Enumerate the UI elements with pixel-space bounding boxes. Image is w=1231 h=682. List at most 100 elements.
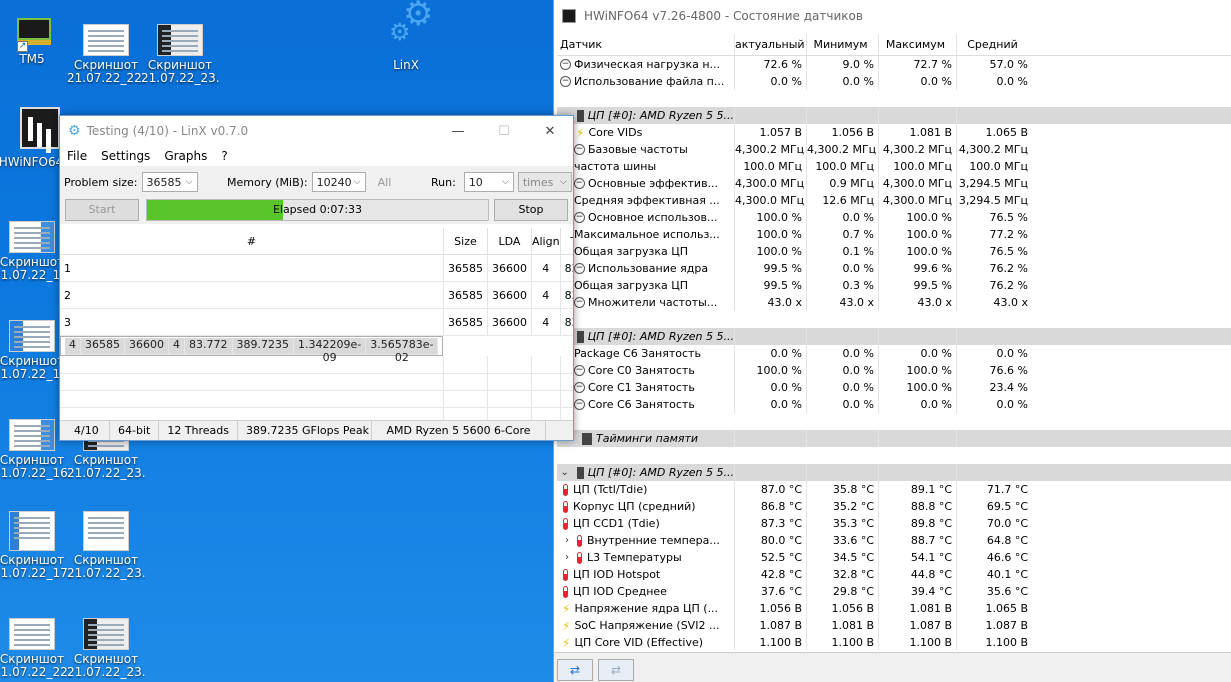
sensor-row[interactable]: −Средняя эффективная ...4,300.0 МГц12.6 … [557, 192, 1231, 209]
start-button[interactable]: Start [65, 199, 139, 221]
menu-settings[interactable]: Settings [94, 149, 157, 163]
sensor-row[interactable]: −Общая загрузка ЦП100.0 %0.1 %100.0 %76.… [557, 243, 1231, 260]
value-current: 99.5 % [734, 277, 806, 294]
empty-cell [487, 373, 532, 391]
desktop-icon-screenshot[interactable]: Скриншот 21.07.22_22... [0, 618, 71, 679]
sensor-row[interactable]: ⚡ ЦП Core VID (Effective) 1.100 В 1.100 В 1.… [557, 634, 1231, 650]
sensor-row[interactable]: › L3 Температуры 52.5 °C 34.5 °C 54.1 °C 46.6… [557, 549, 1231, 566]
sensor-row[interactable]: ЦП CCD1 (Tdie) 87.3 °C 35.3 °C 89.8 °C 70.0 … [557, 515, 1231, 532]
value-current: 1.087 В [734, 617, 806, 634]
empty-cell [531, 373, 561, 391]
sensor-row[interactable]: ›−Использование ядра99.5 %0.0 %99.6 %76.… [557, 260, 1231, 277]
column-header[interactable]: Size [443, 228, 488, 255]
value-current: 1.056 В [734, 600, 806, 617]
sensor-group-header[interactable]: Тайминги памяти [557, 430, 1231, 447]
sensor-row[interactable]: − Физическая нагрузка н... 72.6 % 9.0 % 72.7… [557, 56, 1231, 73]
desktop-icon-screenshot[interactable]: Скриншот 21.07.22_23... [141, 24, 219, 85]
status-progress: 4/10 [60, 421, 110, 440]
sensor-row[interactable]: ›⚡Core VIDs1.057 В1.056 В1.081 В1.065 В [557, 124, 1231, 141]
value-current: 0.0 % [734, 73, 806, 90]
all-label[interactable]: All [378, 176, 392, 189]
sensor-row[interactable]: ЦП IOD Hotspot 42.8 °C 32.8 °C 44.8 °C 40.1 … [557, 566, 1231, 583]
minimize-icon[interactable]: — [435, 124, 481, 139]
column-header[interactable]: Align [531, 228, 561, 255]
linx-titlebar[interactable]: ⚙ Testing (4/10) - LinX v0.7.0 — ☐ ✕ [60, 116, 573, 146]
value-min: 0.0 % [806, 379, 878, 396]
sensor-row[interactable]: ›−Основные эффектив...4,300.0 МГц0.9 МГц… [557, 175, 1231, 192]
column-header-max[interactable]: Максимум [878, 34, 956, 55]
column-header-current[interactable]: актуальный [734, 34, 806, 55]
value-current: 0.0 % [734, 379, 806, 396]
sensor-row[interactable]: −Общая загрузка ЦП99.5 %0.3 %99.5 %76.2 … [557, 277, 1231, 294]
sensor-row[interactable]: › Внутренние темпера... 80.0 °C 33.6 °C 88.7… [557, 532, 1231, 549]
sensor-group-header[interactable]: ⌄ ЦП [#0]: AMD Ryzen 5 5... [557, 464, 1231, 481]
sensor-name: ЦП IOD Hotspot [573, 568, 661, 581]
sensor-row[interactable]: −Package C6 Занятость0.0 %0.0 %0.0 %0.0 … [557, 345, 1231, 362]
expand-arrows-icon[interactable]: ⇄ [557, 659, 593, 681]
column-header-avg[interactable]: Средний [956, 34, 1032, 55]
value-avg: 1.100 В [956, 634, 1032, 650]
column-header[interactable]: Time [560, 228, 573, 255]
sensor-table[interactable]: Датчик актуальный Минимум Максимум Средн… [557, 34, 1231, 650]
run-unit-select[interactable]: times ⌵ [517, 172, 572, 192]
results-table[interactable]: #SizeLDAAlignTimeGFlopsResidualResidual … [60, 228, 573, 421]
desktop-icon-tm5[interactable]: ↗ TM5 [0, 14, 71, 66]
problem-size-select[interactable]: 36585 ⌵ [141, 172, 198, 192]
desktop-icon-linx[interactable]: ⚙ ⚙ LinX [367, 0, 445, 72]
menu-help[interactable]: ? [214, 149, 234, 163]
sensor-row[interactable]: ›−Core C6 Занятость0.0 %0.0 %0.0 %0.0 % [557, 396, 1231, 413]
sensor-name-cell: › L3 Температуры [557, 551, 734, 564]
chevron-down-icon[interactable]: ⌄ [560, 467, 569, 478]
table-row[interactable]: 13658536600483.884389.20321.342209e-093.… [60, 254, 573, 282]
sensor-row[interactable]: ›−Множители частоты...43.0 x43.0 x43.0 x… [557, 294, 1231, 311]
desktop-icon-label: Скриншот [0, 554, 65, 567]
column-header[interactable]: # [60, 228, 444, 255]
collapse-arrows-icon[interactable]: ⇄ [598, 659, 634, 681]
sensor-group-header[interactable]: ЦП [#0]: AMD Ryzen 5 5... [557, 107, 1231, 124]
column-header-min[interactable]: Минимум [806, 34, 878, 55]
sensor-row[interactable]: ЦП (Tctl/Tdie) 87.0 °C 35.8 °C 89.1 °C 71.7 … [557, 481, 1231, 498]
menu-graphs[interactable]: Graphs [157, 149, 214, 163]
sensor-row[interactable]: ЦП IOD Среднее 37.6 °C 29.8 °C 39.4 °C 35.6 … [557, 583, 1231, 600]
table-row[interactable]: 33658536600483.827389.46681.342209e-093.… [60, 308, 573, 336]
empty-cell [560, 390, 573, 408]
value-max: 0.0 % [878, 345, 956, 362]
sensor-group-header[interactable]: ЦП [#0]: AMD Ryzen 5 5... [557, 328, 1231, 345]
memory-select[interactable]: 10240 ⌵ [311, 172, 366, 192]
sensor-row[interactable]: ›−Основное использов...100.0 %0.0 %100.0… [557, 209, 1231, 226]
chevron-right-icon[interactable]: › [560, 552, 574, 563]
sensor-circle-icon: − [574, 382, 585, 393]
value-avg: 64.8 °C [956, 532, 1032, 549]
sensor-row[interactable]: ›−Core C0 Занятость100.0 %0.0 %100.0 %76… [557, 362, 1231, 379]
sensor-row[interactable]: −частота шины100.0 МГц100.0 МГц100.0 МГц… [557, 158, 1231, 175]
desktop-icon-screenshot[interactable]: Скриншот 21.07.22_17... [0, 511, 71, 580]
stop-button[interactable]: Stop [494, 199, 568, 221]
value-max: 100.0 % [878, 379, 956, 396]
sensor-row[interactable]: ⚡ Напряжение ядра ЦП (... 1.056 В 1.056 В 1.… [557, 600, 1231, 617]
sensor-row[interactable]: Корпус ЦП (средний) 86.8 °C 35.2 °C 88.8 °C… [557, 498, 1231, 515]
value-min: 35.2 °C [806, 498, 878, 515]
desktop-icon-label: LinX [393, 59, 419, 72]
value-current: 37.6 °C [734, 583, 806, 600]
hwinfo-titlebar[interactable]: HWiNFO64 v7.26-4800 - Состояние датчиков [554, 0, 1231, 32]
sensor-row[interactable]: − Использование файла п... 0.0 % 0.0 % 0.0 %… [557, 73, 1231, 90]
chevron-right-icon[interactable]: › [560, 535, 574, 546]
thermometer-icon [563, 517, 568, 530]
value-current: 1.100 В [734, 634, 806, 650]
close-icon[interactable]: ✕ [527, 124, 573, 139]
maximize-icon[interactable]: ☐ [481, 124, 527, 139]
sensor-row[interactable]: −Максимальное использ...100.0 %0.7 %100.… [557, 226, 1231, 243]
sensor-row[interactable]: ›−Базовые частоты4,300.2 МГц4,300.2 МГц4… [557, 141, 1231, 158]
desktop-icon-screenshot[interactable]: Скриншот 21.07.22_23... [67, 511, 145, 580]
column-header[interactable]: LDA [487, 228, 532, 255]
menu-file[interactable]: File [60, 149, 94, 163]
desktop-icon-screenshot[interactable]: Скриншот 21.07.22_23... [67, 618, 145, 679]
desktop-icon-screenshot[interactable]: Скриншот 21.07.22_22... [67, 24, 145, 85]
table-row[interactable]: 4 36585 36600 4 83.772 389.7235 1.342209e-09 3.… [60, 336, 444, 364]
empty-cell [560, 407, 573, 421]
table-row[interactable]: 23658536600483.786389.65651.342209e-093.… [60, 281, 573, 309]
column-header-sensor[interactable]: Датчик [557, 38, 734, 51]
run-count-select[interactable]: 10 ⌵ [463, 172, 514, 192]
sensor-row[interactable]: ›−Core C1 Занятость0.0 %0.0 %100.0 %23.4… [557, 379, 1231, 396]
sensor-row[interactable]: ⚡ SoC Напряжение (SVI2 ... 1.087 В 1.081 В1… [557, 617, 1231, 634]
